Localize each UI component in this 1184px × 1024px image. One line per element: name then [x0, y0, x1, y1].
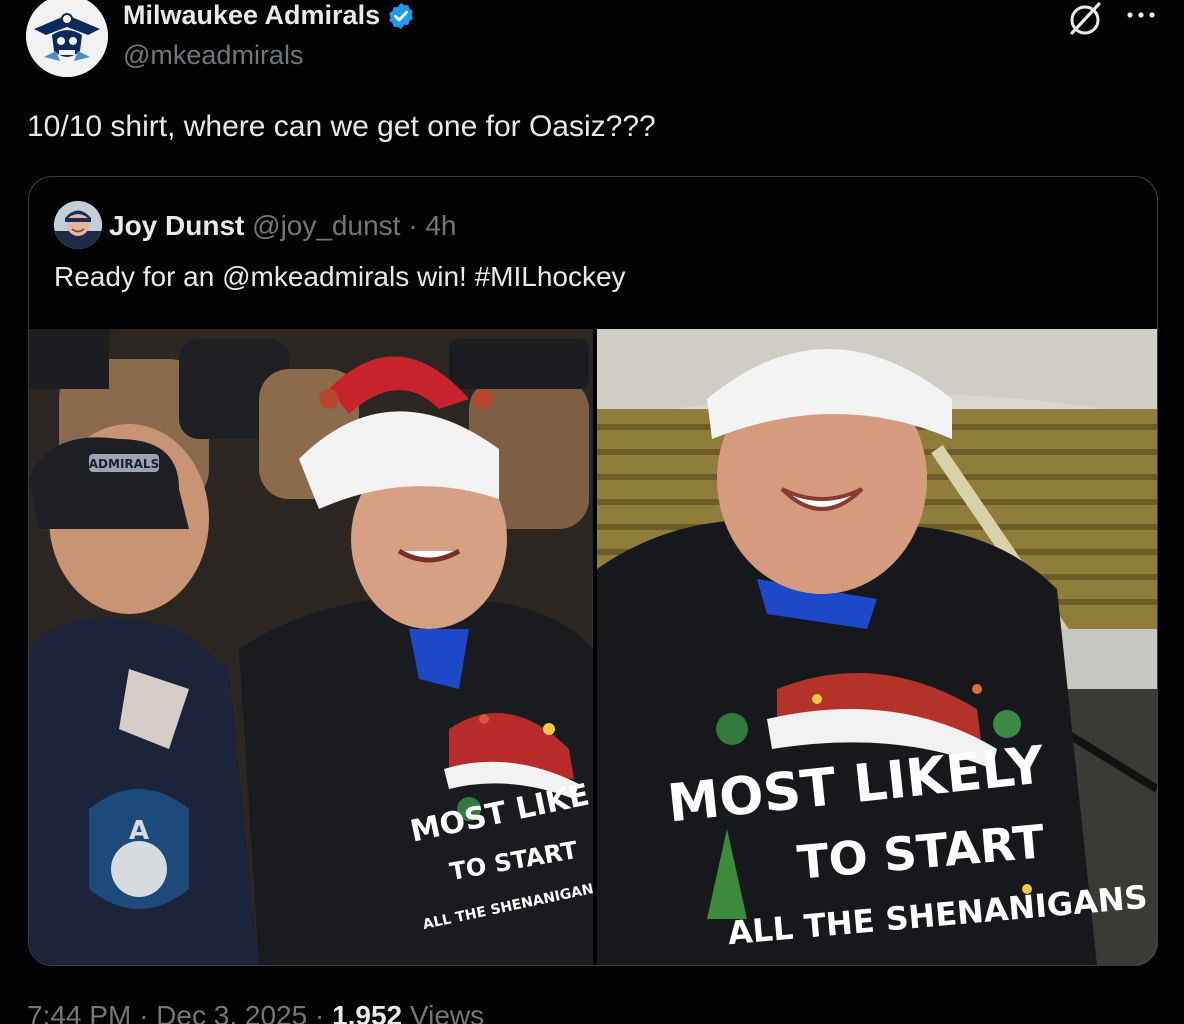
admirals-logo [26, 0, 108, 77]
quote-author-name[interactable]: Joy Dunst [109, 210, 244, 241]
quote-author-avatar[interactable] [54, 201, 102, 249]
quote-author-handle[interactable]: @joy_dunst [252, 210, 400, 241]
footer-separator: · [139, 1000, 149, 1024]
tweet-text: 10/10 shirt, where can we get one for Oa… [27, 110, 656, 143]
author-name[interactable]: Milwaukee Admirals [123, 0, 380, 31]
grok-icon[interactable] [1066, 0, 1104, 38]
photo-selfie[interactable]: ADMIRALS A MOST LIKE TO START ALL THE SH… [29, 329, 593, 965]
more-icon[interactable] [1124, 2, 1158, 28]
tweet: Milwaukee Admirals @mkeadmirals 10/10 sh… [0, 0, 1184, 1024]
footer-separator: · [314, 1000, 325, 1024]
quote-separator: · [408, 210, 418, 241]
author-handle[interactable]: @mkeadmirals [123, 40, 303, 71]
media-grid: ADMIRALS A MOST LIKE TO START ALL THE SH… [29, 329, 1157, 965]
author-name-row[interactable]: Milwaukee Admirals [123, 0, 416, 31]
author-avatar[interactable] [26, 0, 108, 77]
quote-header: Joy Dunst @joy_dunst · 4h [109, 210, 456, 242]
post-footer-meta: 7:44 PM · Dec 3, 2025 · 1,952 Views [27, 1000, 484, 1024]
post-time[interactable]: 7:44 PM [27, 1000, 131, 1024]
views-count: 1,952 [332, 1000, 403, 1024]
views-label: Views [409, 1000, 485, 1024]
hoodie-letter: A [129, 816, 149, 846]
quoted-post-card[interactable]: Joy Dunst @joy_dunst · 4h Ready for an @… [28, 176, 1158, 966]
quote-timestamp[interactable]: 4h [425, 210, 456, 241]
photo-portrait[interactable]: MOST LIKELY TO START ALL THE SHENANIGANS [597, 329, 1157, 965]
quote-text: Ready for an @mkeadmirals win! #MILhocke… [54, 261, 626, 292]
post-date[interactable]: Dec 3, 2025 [156, 1000, 307, 1024]
beanie-text: ADMIRALS [89, 457, 159, 471]
verified-badge-icon[interactable] [386, 1, 416, 31]
